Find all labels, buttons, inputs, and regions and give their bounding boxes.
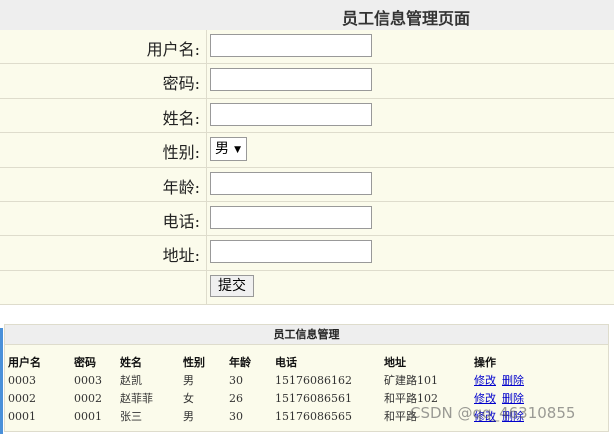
divider — [206, 236, 207, 270]
cell-age: 30 — [229, 373, 243, 387]
age-label: 年龄: — [162, 177, 200, 197]
table-header-row: 用户名 密码 姓名 性别 年龄 电话 地址 操作 — [8, 353, 554, 371]
delete-link[interactable]: 删除 — [502, 374, 524, 387]
cell-age: 30 — [229, 409, 243, 423]
dropdown-arrow-icon: ▼ — [234, 145, 241, 156]
cell-actions: 修改 删除 — [474, 371, 554, 389]
column-header: 用户名 — [8, 356, 41, 369]
column-header: 性别 — [183, 356, 205, 369]
divider — [206, 30, 207, 64]
cell-name: 赵菲菲 — [120, 392, 153, 405]
column-header: 年龄 — [229, 356, 251, 369]
divider — [206, 270, 207, 305]
form-row-username: 用户名: — [0, 30, 614, 65]
cell-password: 0001 — [74, 409, 102, 423]
cell-gender: 女 — [183, 392, 194, 405]
phone-label: 电话: — [162, 211, 200, 231]
form-row-address: 地址: — [0, 236, 614, 271]
address-input[interactable] — [210, 240, 372, 264]
divider — [206, 133, 207, 167]
table-row: 0003 0003 赵凯 男 30 15176086162 矿建路101 修改删… — [8, 371, 554, 389]
cell-name: 赵凯 — [120, 374, 142, 387]
password-label: 密码: — [162, 74, 200, 94]
column-header: 姓名 — [120, 356, 142, 369]
column-header: 操作 — [474, 356, 496, 369]
cell-password: 0003 — [74, 373, 102, 387]
form-row-phone: 电话: — [0, 201, 614, 237]
form-row-password: 密码: — [0, 64, 614, 99]
cell-username: 0003 — [8, 373, 36, 387]
column-header: 密码 — [74, 356, 96, 369]
cell-username: 0001 — [8, 409, 36, 423]
password-input[interactable] — [210, 68, 372, 92]
gender-label: 性别: — [162, 143, 200, 163]
divider — [206, 98, 207, 133]
watermark: CSDN @qq_46310855 — [410, 404, 576, 422]
age-input[interactable] — [210, 171, 372, 195]
cell-gender: 男 — [183, 374, 194, 387]
cell-gender: 男 — [183, 410, 194, 423]
form-row-age: 年龄: — [0, 167, 614, 202]
column-header: 地址 — [384, 356, 406, 369]
list-title: 员工信息管理 — [5, 325, 608, 345]
form-row-gender: 性别: 男 ▼ — [0, 133, 614, 168]
employee-form: 用户名: 密码: 姓名: 性别: 男 ▼ 年龄: 电话: 地址: 提交 — [0, 30, 614, 306]
name-input[interactable] — [210, 102, 372, 126]
page-title: 员工信息管理页面 — [342, 9, 471, 28]
cell-phone: 15176086561 — [275, 391, 352, 405]
cell-address: 矿建路101 — [384, 374, 438, 387]
name-label: 姓名: — [162, 108, 200, 128]
column-header: 电话 — [275, 356, 297, 369]
gender-select[interactable]: 男 ▼ — [210, 137, 247, 162]
username-label: 用户名: — [146, 40, 200, 59]
username-input[interactable] — [210, 34, 372, 57]
gender-selected-value: 男 — [215, 141, 229, 158]
form-row-name: 姓名: — [0, 98, 614, 134]
form-header: 员工信息管理页面 — [0, 0, 614, 31]
phone-input[interactable] — [210, 205, 372, 229]
address-label: 地址: — [162, 246, 200, 266]
form-row-submit: 提交 — [0, 270, 614, 306]
cell-age: 26 — [229, 391, 243, 405]
cell-username: 0002 — [8, 391, 36, 405]
cell-phone: 15176086565 — [275, 409, 352, 423]
divider — [206, 64, 207, 98]
divider — [206, 201, 207, 236]
submit-button[interactable]: 提交 — [210, 274, 254, 297]
left-accent-bar — [0, 328, 3, 434]
edit-link[interactable]: 修改 — [474, 374, 496, 387]
cell-name: 张三 — [120, 410, 142, 423]
cell-password: 0002 — [74, 391, 102, 405]
cell-phone: 15176086162 — [275, 373, 352, 387]
divider — [206, 167, 207, 201]
